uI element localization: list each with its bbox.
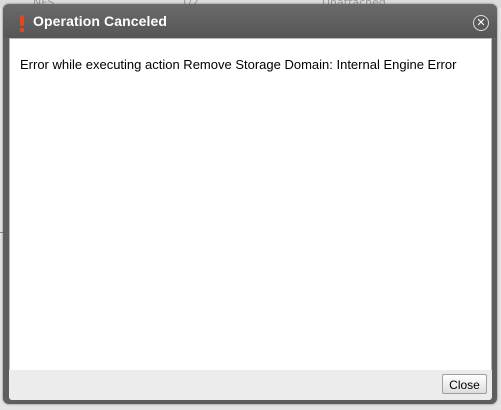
dialog-footer: Close	[9, 370, 492, 400]
close-icon[interactable]: ✕	[473, 15, 489, 31]
dialog-title: Operation Canceled	[33, 13, 168, 29]
error-message: Error while executing action Remove Stor…	[20, 57, 457, 72]
dialog-titlebar: Operation Canceled ✕	[3, 4, 497, 38]
close-button[interactable]: Close	[442, 374, 487, 394]
exclamation-icon	[18, 14, 26, 32]
dialog-content: Error while executing action Remove Stor…	[9, 38, 492, 371]
error-dialog: Operation Canceled ✕ Error while executi…	[3, 4, 497, 404]
